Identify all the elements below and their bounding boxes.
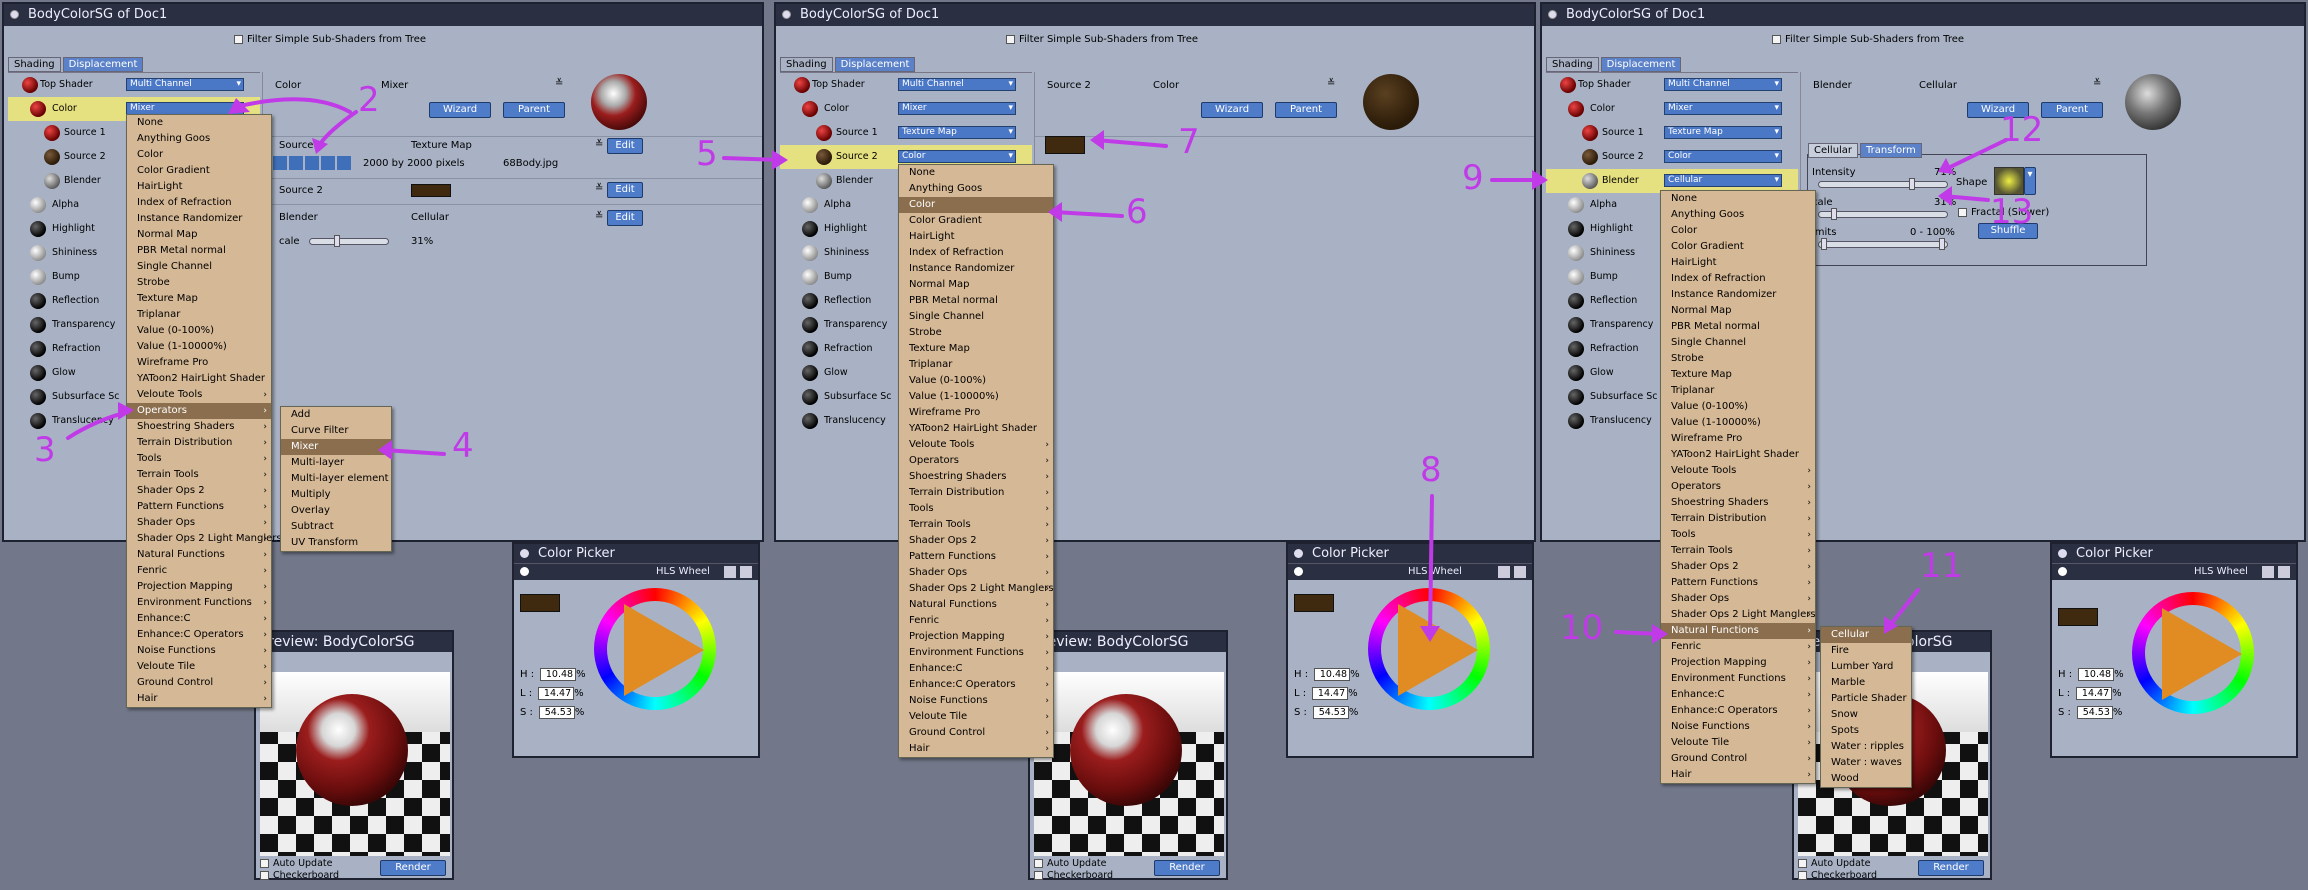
arrow-5 — [722, 156, 782, 162]
annotation-2: 2 — [358, 80, 380, 120]
arrowhead — [1090, 130, 1104, 150]
arrow-8 — [1428, 494, 1434, 636]
annotation-11: 11 — [1920, 546, 1964, 586]
annotation-9: 9 — [1462, 158, 1484, 198]
arrow-2a — [238, 97, 352, 114]
annotation-12: 12 — [2000, 110, 2044, 150]
annotation-13: 13 — [1990, 192, 2034, 232]
arrow-4 — [382, 448, 446, 456]
arrowhead — [1048, 202, 1062, 222]
annotation-arrows — [66, 97, 2008, 644]
annotation-8: 8 — [1420, 450, 1442, 490]
annotation-6: 6 — [1126, 192, 1148, 232]
arrowhead — [118, 402, 134, 420]
annotation-3: 3 — [34, 430, 56, 470]
annotation-7: 7 — [1178, 122, 1200, 162]
arrowhead — [1532, 170, 1548, 190]
arrowhead — [772, 150, 788, 170]
arrowhead — [378, 440, 392, 460]
annotation-5: 5 — [696, 134, 718, 174]
annotation-4: 4 — [452, 426, 474, 466]
arrow-6 — [1052, 210, 1124, 218]
arrowhead — [312, 138, 328, 154]
arrowhead — [1420, 626, 1440, 642]
arrow-2b — [318, 110, 358, 146]
arrow-12 — [1942, 138, 2008, 172]
annotation-10: 10 — [1560, 608, 1604, 648]
arrowhead — [1938, 186, 1952, 206]
arrow-7 — [1094, 138, 1168, 148]
arrowhead — [1652, 624, 1668, 644]
